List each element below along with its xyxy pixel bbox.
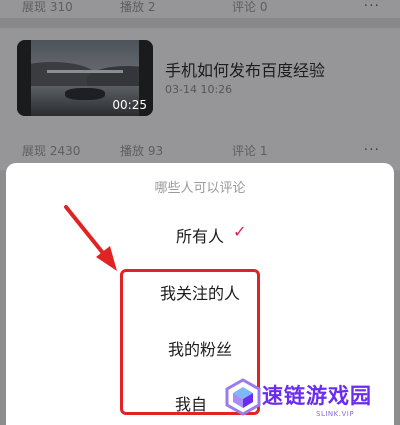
watermark-logo: 速链游戏园 SLINK.VIP bbox=[224, 376, 394, 422]
watermark-name: 速链游戏园 bbox=[262, 384, 372, 408]
watermark-icon bbox=[225, 378, 261, 416]
arrow-icon bbox=[64, 205, 117, 271]
watermark-sub: SLINK.VIP bbox=[316, 410, 355, 418]
